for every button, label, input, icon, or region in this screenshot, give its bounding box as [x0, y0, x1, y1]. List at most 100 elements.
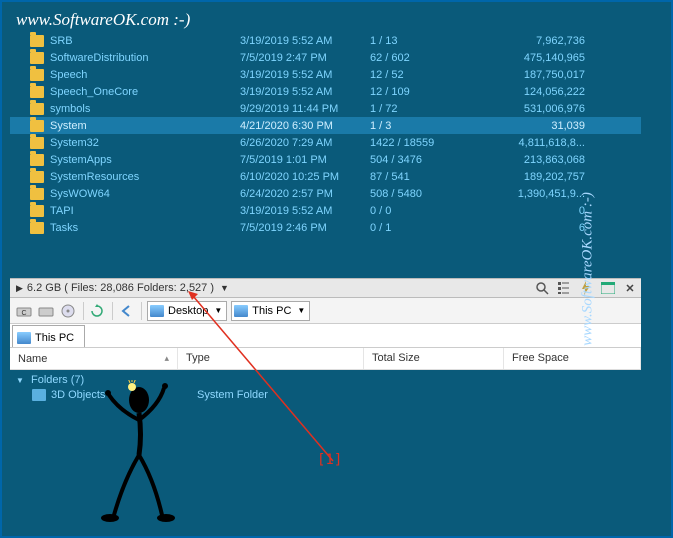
folder-icon	[30, 205, 44, 217]
folder-name: Tasks	[50, 222, 240, 234]
folder-row[interactable]: SystemApps7/5/2019 1:01 PM504 / 3476213,…	[10, 151, 641, 168]
folder-size: 7,962,736	[485, 35, 585, 47]
folder-count: 508 / 5480	[370, 188, 485, 200]
window-icon[interactable]	[600, 280, 616, 296]
folder-icon	[30, 137, 44, 149]
column-headers: Name ▴ Type Total Size Free Space	[10, 348, 641, 370]
item-type: System Folder	[197, 389, 268, 401]
header-free[interactable]: Free Space	[504, 348, 641, 369]
refresh-icon[interactable]	[87, 301, 107, 321]
folder-date: 7/5/2019 2:46 PM	[240, 222, 370, 234]
folder-row[interactable]: TAPI3/19/2019 5:52 AM0 / 00	[10, 202, 641, 219]
folder-name: Speech	[50, 69, 240, 81]
folder-row[interactable]: SysWOW646/24/2020 2:57 PM508 / 54801,390…	[10, 185, 641, 202]
drive-d-icon[interactable]	[36, 301, 56, 321]
folder-row[interactable]: Speech3/19/2019 5:52 AM12 / 52187,750,01…	[10, 66, 641, 83]
folder-size: 1,390,451,9...	[485, 188, 585, 200]
close-icon[interactable]: ✕	[622, 280, 638, 296]
tab-bar: This PC	[10, 324, 641, 348]
toolbar: C Desktop ▼ This PC ▼	[10, 298, 641, 324]
header-name-text: Name	[18, 353, 47, 365]
header-type[interactable]: Type	[178, 348, 364, 369]
folder-list-pane: SRB3/19/2019 5:52 AM1 / 137,962,736Softw…	[10, 32, 641, 236]
folder-date: 4/21/2020 6:30 PM	[240, 120, 370, 132]
folder-date: 6/24/2020 2:57 PM	[240, 188, 370, 200]
folder-icon	[30, 103, 44, 115]
folder-date: 6/10/2020 10:25 PM	[240, 171, 370, 183]
thispc-dropdown[interactable]: This PC ▼	[231, 301, 310, 321]
folder-size: 189,202,757	[485, 171, 585, 183]
folder-icon	[30, 171, 44, 183]
folder-size: 6	[485, 222, 585, 234]
folder-date: 3/19/2019 5:52 AM	[240, 205, 370, 217]
callout-label: [1]	[317, 452, 342, 468]
monitor-icon	[17, 332, 31, 344]
tree-icon[interactable]	[556, 280, 572, 296]
svg-text:C: C	[21, 310, 26, 317]
collapse-icon: ▼	[16, 376, 24, 385]
folder-row[interactable]: symbols9/29/2019 11:44 PM1 / 72531,006,9…	[10, 100, 641, 117]
folder-count: 1422 / 18559	[370, 137, 485, 149]
cartoon-character	[94, 380, 194, 530]
folder-row[interactable]: SystemResources6/10/2020 10:25 PM87 / 54…	[10, 168, 641, 185]
chevron-down-icon: ▼	[297, 306, 305, 315]
folder-count: 0 / 1	[370, 222, 485, 234]
desktop-icon	[150, 305, 164, 317]
thispc-label: This PC	[252, 305, 291, 317]
folder-row[interactable]: SRB3/19/2019 5:52 AM1 / 137,962,736	[10, 32, 641, 49]
header-total[interactable]: Total Size	[364, 348, 504, 369]
magnifier-icon[interactable]	[534, 280, 550, 296]
folder-icon	[30, 52, 44, 64]
dropdown-icon[interactable]: ▼	[220, 283, 229, 293]
watermark-right: www.SoftwareOK.com :-)	[580, 192, 597, 346]
folder-name: SRB	[50, 35, 240, 47]
header-name[interactable]: Name ▴	[10, 348, 178, 369]
folder-date: 6/26/2020 7:29 AM	[240, 137, 370, 149]
folder-name: SystemResources	[50, 171, 240, 183]
folder-icon	[30, 120, 44, 132]
folder-row[interactable]: System326/26/2020 7:29 AM1422 / 185594,8…	[10, 134, 641, 151]
folder-count: 1 / 13	[370, 35, 485, 47]
folder-size: 187,750,017	[485, 69, 585, 81]
group-label: Folders (7)	[31, 374, 84, 386]
tab-thispc[interactable]: This PC	[12, 325, 85, 347]
folder-name: SoftwareDistribution	[50, 52, 240, 64]
folder-count: 62 / 602	[370, 52, 485, 64]
folder-name: System	[50, 120, 240, 132]
desktop-label: Desktop	[168, 305, 208, 317]
folder-icon	[30, 86, 44, 98]
folder-size: 0	[485, 205, 585, 217]
folder-row[interactable]: Tasks7/5/2019 2:46 PM0 / 16	[10, 219, 641, 236]
folder-icon	[30, 35, 44, 47]
tab-label: This PC	[35, 332, 74, 344]
folder-size: 4,811,618,8...	[485, 137, 585, 149]
folder-row[interactable]: System4/21/2020 6:30 PM1 / 331,039	[10, 117, 641, 134]
folder-name: SystemApps	[50, 154, 240, 166]
folder-count: 504 / 3476	[370, 154, 485, 166]
folder-name: SysWOW64	[50, 188, 240, 200]
drive-c-icon[interactable]: C	[14, 301, 34, 321]
folder-size: 531,006,976	[485, 103, 585, 115]
folder-count: 12 / 109	[370, 86, 485, 98]
chevron-down-icon: ▼	[214, 306, 222, 315]
desktop-dropdown[interactable]: Desktop ▼	[147, 301, 227, 321]
folder-date: 3/19/2019 5:52 AM	[240, 35, 370, 47]
folder-icon	[30, 188, 44, 200]
folder-row[interactable]: Speech_OneCore3/19/2019 5:52 AM12 / 1091…	[10, 83, 641, 100]
folder-date: 3/19/2019 5:52 AM	[240, 69, 370, 81]
back-icon[interactable]	[116, 301, 136, 321]
folder-size: 124,056,222	[485, 86, 585, 98]
expand-icon[interactable]: ▶	[16, 283, 23, 294]
disc-icon[interactable]	[58, 301, 78, 321]
monitor-icon	[234, 305, 248, 317]
summary-text: 6.2 GB ( Files: 28,086 Folders: 2,527 )	[27, 282, 214, 294]
folder-date: 7/5/2019 2:47 PM	[240, 52, 370, 64]
folder-date: 3/19/2019 5:52 AM	[240, 86, 370, 98]
folder-size: 475,140,965	[485, 52, 585, 64]
folder-row[interactable]: SoftwareDistribution7/5/2019 2:47 PM62 /…	[10, 49, 641, 66]
folder-icon	[30, 69, 44, 81]
folder-size: 31,039	[485, 120, 585, 132]
summary-bar: ▶ 6.2 GB ( Files: 28,086 Folders: 2,527 …	[10, 278, 641, 298]
folder-count: 0 / 0	[370, 205, 485, 217]
sort-icon: ▴	[164, 353, 169, 364]
